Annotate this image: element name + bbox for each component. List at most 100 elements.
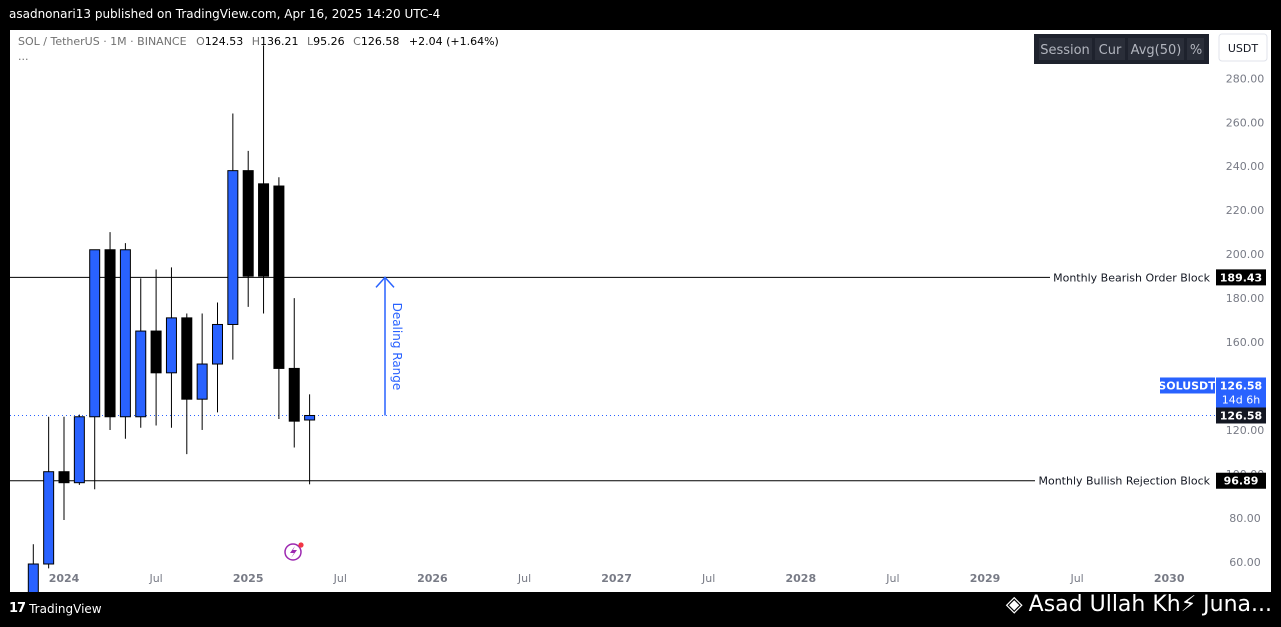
time-tick-label: Jul xyxy=(701,572,715,585)
time-tick-label: Jul xyxy=(517,572,531,585)
legend-more-button[interactable]: ··· xyxy=(18,53,29,66)
candle xyxy=(58,416,70,521)
high-value: 136.21 xyxy=(260,35,299,48)
avg-button[interactable]: Avg(50) xyxy=(1128,38,1184,60)
time-tick-label: 2025 xyxy=(233,572,264,585)
candle xyxy=(27,544,39,592)
time-tick-label: Jul xyxy=(885,572,899,585)
bearish-order-block: Monthly Bearish Order Block 189.43 xyxy=(1053,269,1266,286)
svg-text:USDT: USDT xyxy=(1228,42,1259,55)
time-tick-label: Jul xyxy=(148,572,162,585)
candle xyxy=(227,113,239,360)
symbol-badge-label: SOLUSDT xyxy=(1158,379,1216,392)
bullish-rejection-block-label: Monthly Bullish Rejection Block xyxy=(1038,475,1210,488)
candle xyxy=(181,313,193,455)
candle-body xyxy=(73,416,85,484)
percent-button[interactable]: % xyxy=(1187,38,1204,60)
time-tick-label: Jul xyxy=(1069,572,1083,585)
low-value: 95.26 xyxy=(313,35,345,48)
candle-body xyxy=(27,563,39,592)
current-price-value: 126.58 xyxy=(1220,379,1262,392)
svg-text:%: % xyxy=(1190,43,1202,58)
svg-text:Avg(50): Avg(50) xyxy=(1131,43,1182,58)
candle xyxy=(43,416,55,569)
price-tick-label: 240.00 xyxy=(1226,160,1265,173)
time-tick-label: 2028 xyxy=(785,572,816,585)
candle xyxy=(119,243,131,439)
price-scale-ticks: 60.0080.00100.00120.00140.00160.00180.00… xyxy=(1226,72,1265,568)
top-bar: asadnonari13 published on TradingView.co… xyxy=(0,0,1281,30)
candle xyxy=(150,269,162,426)
chart-panel[interactable]: 60.0080.00100.00120.00140.00160.00180.00… xyxy=(10,30,1271,592)
candle-body xyxy=(196,363,208,400)
candle-body xyxy=(150,330,162,374)
dealing-range-label: Dealing Range xyxy=(390,303,404,391)
watermark-text: Asad Ullah Kh⚡ Juna... xyxy=(1028,592,1272,617)
session-button[interactable]: Session xyxy=(1039,38,1092,60)
time-tick-label: Jul xyxy=(333,572,347,585)
close-value: 126.58 xyxy=(361,35,400,48)
open-value: 124.53 xyxy=(205,35,244,48)
candle xyxy=(304,394,316,485)
candle-body xyxy=(89,249,101,418)
candle-body xyxy=(273,185,285,369)
candle xyxy=(89,249,101,490)
price-tick-label: 160.00 xyxy=(1226,336,1265,349)
change-value: +2.04 (+1.64%) xyxy=(409,35,499,48)
price-tick-label: 220.00 xyxy=(1226,204,1265,217)
candle-body xyxy=(212,323,223,365)
candle-body xyxy=(242,170,254,277)
bearish-order-block-label: Monthly Bearish Order Block xyxy=(1053,271,1211,284)
candle-body xyxy=(119,249,131,418)
current-price-line-value: 126.58 xyxy=(1220,409,1262,422)
bullish-price-value: 96.89 xyxy=(1224,475,1259,488)
time-tick-label: 2026 xyxy=(417,572,448,585)
scale-toolbar: Session Cur Avg(50) % xyxy=(1034,34,1209,64)
candle xyxy=(288,298,300,448)
candle xyxy=(135,278,147,428)
candle xyxy=(258,45,270,314)
bearish-price-value: 189.43 xyxy=(1220,271,1262,284)
price-tick-label: 280.00 xyxy=(1226,72,1265,85)
current-price-marker: SOLUSDT 126.58 14d 6h 126.58 xyxy=(1158,377,1266,424)
candle xyxy=(196,313,208,430)
time-tick-label: 2030 xyxy=(1154,572,1185,585)
time-tick-label: 2024 xyxy=(49,572,80,585)
candle-body xyxy=(104,249,116,418)
candle-body xyxy=(58,471,70,484)
candle-body xyxy=(227,170,239,325)
dealing-range-arrow[interactable]: Dealing Range xyxy=(375,276,404,416)
svg-text:Session: Session xyxy=(1040,43,1090,58)
tradingview-logo[interactable]: 17 TradingView xyxy=(9,601,102,616)
candles xyxy=(27,45,316,592)
event-icon[interactable] xyxy=(284,542,304,561)
high-label: H xyxy=(252,35,260,48)
time-tick-label: 2027 xyxy=(601,572,632,585)
price-tick-label: 60.00 xyxy=(1229,556,1261,569)
currency-toggle-button[interactable]: Cur xyxy=(1095,38,1125,60)
candle xyxy=(273,177,285,419)
candle xyxy=(212,302,223,413)
candle-body xyxy=(288,367,300,422)
candle-body xyxy=(304,414,316,421)
svg-text:SOL / TetherUS · 1M · BINANCE: SOL / TetherUS · 1M · BINANCE O124.53 H1… xyxy=(18,35,499,48)
svg-text:Cur: Cur xyxy=(1099,43,1122,58)
tradingview-logo-icon: 17 xyxy=(9,601,26,616)
candle-body xyxy=(181,317,193,400)
candle xyxy=(242,150,254,307)
candle xyxy=(104,232,116,430)
bullish-rejection-block: Monthly Bullish Rejection Block 96.89 xyxy=(1038,472,1266,489)
price-tick-label: 120.00 xyxy=(1226,424,1265,437)
time-axis: 2024 Jul 2025 Jul 2026 Jul 2027 Jul 2028 Jul 2029 J… xyxy=(49,572,1185,585)
price-tick-label: 180.00 xyxy=(1226,292,1265,305)
currency-unit-button[interactable]: USDT xyxy=(1218,33,1268,62)
candle-body xyxy=(258,183,270,277)
bottom-bar: 17 TradingView ◈ Asad Ullah Kh⚡ Juna... xyxy=(0,592,1281,627)
tradingview-brand: TradingView xyxy=(29,601,102,616)
price-tick-label: 200.00 xyxy=(1226,248,1265,261)
price-chart[interactable]: 60.0080.00100.00120.00140.00160.00180.00… xyxy=(10,30,1271,592)
candle-body xyxy=(43,471,55,565)
open-label: O xyxy=(196,35,205,48)
author-watermark: ◈ Asad Ullah Kh⚡ Juna... xyxy=(1006,592,1272,617)
diamond-logo-icon: ◈ xyxy=(1005,592,1023,617)
